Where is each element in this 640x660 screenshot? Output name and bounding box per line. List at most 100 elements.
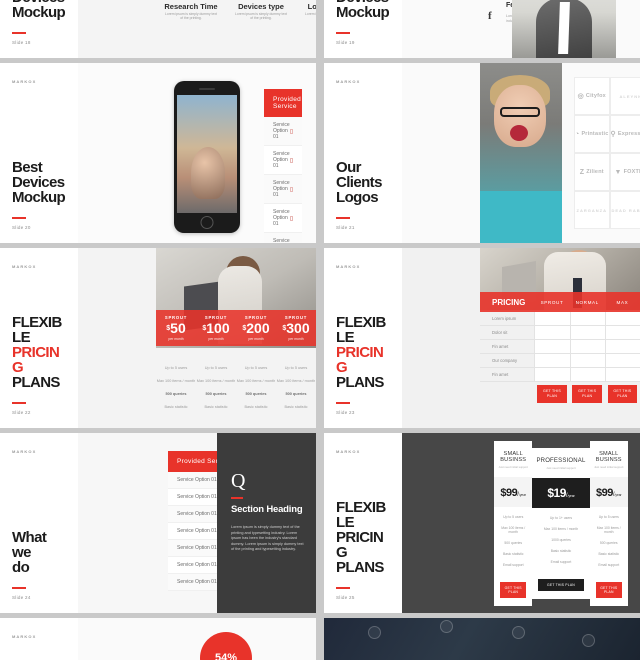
card-header: PROFESSIONAL Just need initial support	[532, 448, 589, 478]
client-logo-cell[interactable]: ◔ Printastic	[574, 115, 610, 153]
provided-service-panel: Provided Service Service Option 01 Servi…	[264, 89, 302, 243]
iphone-mockup	[174, 81, 240, 233]
client-logo-cell[interactable]: ALEYNN	[609, 77, 640, 115]
network-background	[324, 618, 640, 660]
get-this-plan-button[interactable]: GET THIS PLAN	[607, 385, 638, 403]
plan-period: per month	[248, 337, 264, 341]
slide-21-body: ◎Cityfox ALEYNN ◔Printastic ⚲ExpressLab …	[402, 63, 640, 243]
slide-20-body: Provided Service Service Option 01 Servi…	[78, 63, 316, 243]
brand-label: MARKOX	[336, 449, 361, 454]
slide-24-title-pane: MARKOX What we do Slide 24	[0, 433, 78, 613]
pricing-column[interactable]: SPROUT $300 per month	[276, 310, 316, 346]
slide-number: Slide 20	[12, 225, 31, 230]
slide-26-title-pane: MARKOX	[0, 618, 78, 660]
get-this-plan-button[interactable]: GET THIS PLAN	[538, 578, 584, 591]
accent-rule	[12, 32, 26, 34]
service-option-label: Service Option 01	[177, 579, 217, 585]
slide-number: Slide 19	[336, 40, 355, 45]
checkbox-icon[interactable]	[289, 157, 293, 163]
brand-label: MARKOX	[12, 449, 37, 454]
pricing-card[interactable]: SMALL BUSINSS Just need initial support …	[589, 440, 628, 606]
row-label: Our company	[492, 358, 518, 363]
client-logo-cell[interactable]: ⚲ExpressLab	[609, 115, 640, 153]
plan-feature: 500 queries	[285, 392, 307, 396]
client-logo-label: ZARGANZA	[576, 207, 607, 213]
slide-title-word5: PLANS	[12, 374, 60, 391]
pricing-table: Lorem ipsum Dolor sit Fin amet Our compa…	[480, 312, 640, 428]
amount-value: 50	[170, 320, 186, 336]
table-row: Fin amet	[480, 340, 640, 354]
plan-period: per month	[288, 337, 304, 341]
card-feature: Basic statistic	[502, 551, 524, 556]
card-title: PROFESSIONAL	[536, 457, 586, 464]
slide-thumbnail-20[interactable]: Provided Service Service Option 01 Servi…	[0, 63, 316, 243]
plan-amount: $100	[196, 321, 236, 336]
pricing-column[interactable]: SPROUT $100 per month	[196, 310, 236, 346]
plan-feature: Basic statistic	[244, 405, 268, 409]
card-feature-list: Up to 5 users Max 100 items / month 500 …	[590, 507, 628, 580]
client-logo-label: ALEYNN	[619, 93, 640, 99]
client-logo-cell[interactable]: ▼FOXTER	[609, 153, 640, 191]
checkbox-icon[interactable]	[289, 186, 293, 192]
get-this-plan-button[interactable]: GET THIS PLAN	[537, 385, 567, 403]
device-mockup-card: Devices type Lorem ipsum is simply dummy…	[234, 0, 288, 21]
card-header: SMALL BUSINSS Just need initial support	[590, 441, 628, 477]
table-title: PRICING	[492, 297, 526, 307]
service-option-row[interactable]: Service Option 01	[264, 204, 302, 233]
slide-thumbnail-21[interactable]: ◎Cityfox ALEYNN ◔Printastic ⚲ExpressLab …	[324, 63, 640, 243]
amount-value: 200	[246, 320, 270, 336]
slide-18-body: Research Time Lorem ipsum is simply dumm…	[78, 0, 316, 58]
client-logo-cell[interactable]: Z Zilient	[574, 153, 610, 191]
price-period: /year	[567, 493, 575, 498]
client-logo-cell[interactable]: ◎ Cityfox	[574, 77, 610, 115]
slide-thumbnail-27[interactable]	[324, 618, 640, 660]
feature-heading: Devices type	[238, 2, 284, 11]
checkbox-icon[interactable]	[289, 215, 293, 221]
slide-thumbnail-18[interactable]: Research Time Lorem ipsum is simply dumm…	[0, 0, 316, 58]
card-feature: 500 queries	[599, 540, 618, 545]
brand-label: MARKOX	[12, 264, 37, 269]
service-option-row[interactable]: Service Option 01	[264, 175, 302, 204]
pricing-card-featured[interactable]: PROFESSIONAL Just need initial support $…	[532, 447, 590, 599]
plan-feature: Up to 5 users	[284, 366, 308, 370]
get-this-plan-button[interactable]: GET THIS PLAN	[595, 581, 622, 598]
card-feature: Up to 5 users	[598, 514, 619, 519]
checkbox-icon[interactable]	[289, 128, 293, 134]
client-logo-label: Printastic	[581, 131, 609, 137]
get-this-plan-button[interactable]: GET THIS PLAN	[500, 581, 527, 598]
service-option-row[interactable]: Service Option 01	[264, 117, 302, 146]
percent-badge: 54%	[200, 632, 252, 660]
slide-thumbnail-22[interactable]: SPROUT $50 per month SPROUT $100 per mon…	[0, 248, 316, 428]
slide-thumbnail-25[interactable]: SMALL BUSINSS Just need initial support …	[324, 433, 640, 613]
client-logo-label: Zilient	[586, 169, 604, 175]
facebook-icon: f	[488, 10, 492, 22]
plan-feature: 500 queries	[245, 392, 267, 396]
card-subtitle: Just need initial support	[498, 464, 528, 469]
slide-thumbnail-24[interactable]: Provided Service Service Option 01 Servi…	[0, 433, 316, 613]
client-logo-cell[interactable]: ZARGANZA	[574, 191, 610, 229]
plan-feature: Up to 5 users	[244, 366, 268, 370]
client-logo-cell[interactable]: DEAD RABBIT	[609, 191, 640, 229]
service-option-label: Service Option 01	[177, 545, 217, 551]
table-row: Fin amet	[480, 368, 640, 382]
service-option-row[interactable]: Service Option 01	[264, 233, 302, 243]
get-this-plan-button[interactable]: GET THIS PLAN	[572, 385, 602, 403]
foxter-icon: ▼	[614, 168, 622, 176]
feature-body: Lorem ipsum is simply dummy text of the …	[304, 12, 316, 16]
slide-thumbnail-23[interactable]: PRICING SPROUT NORMAL MAX Lorem ipsum Do…	[324, 248, 640, 428]
slide-number: Slide 24	[12, 595, 31, 600]
service-option-row[interactable]: Service Option 01	[264, 146, 302, 175]
pricing-column[interactable]: SPROUT $50 per month	[156, 310, 196, 346]
slide-thumbnail-26[interactable]: 54% MARKOX	[0, 618, 316, 660]
pricing-column[interactable]: SPROUT $200 per month	[236, 310, 276, 346]
accent-rule	[12, 402, 26, 404]
accent-rule	[231, 497, 243, 499]
brand-label: MARKOX	[336, 79, 361, 84]
client-logo-label: DEAD RABBIT	[611, 207, 640, 213]
pricing-card[interactable]: SMALL BUSINSS Just need initial support …	[494, 440, 533, 606]
price-amount: $99	[500, 486, 518, 499]
slide-thumbnail-19[interactable]: f Features smaple text here Lorem ipsum …	[324, 0, 640, 58]
plan-feature: Up to 5 users	[204, 366, 228, 370]
plan-feature: Basic statistic	[204, 405, 228, 409]
plan-amount: $200	[236, 321, 276, 336]
